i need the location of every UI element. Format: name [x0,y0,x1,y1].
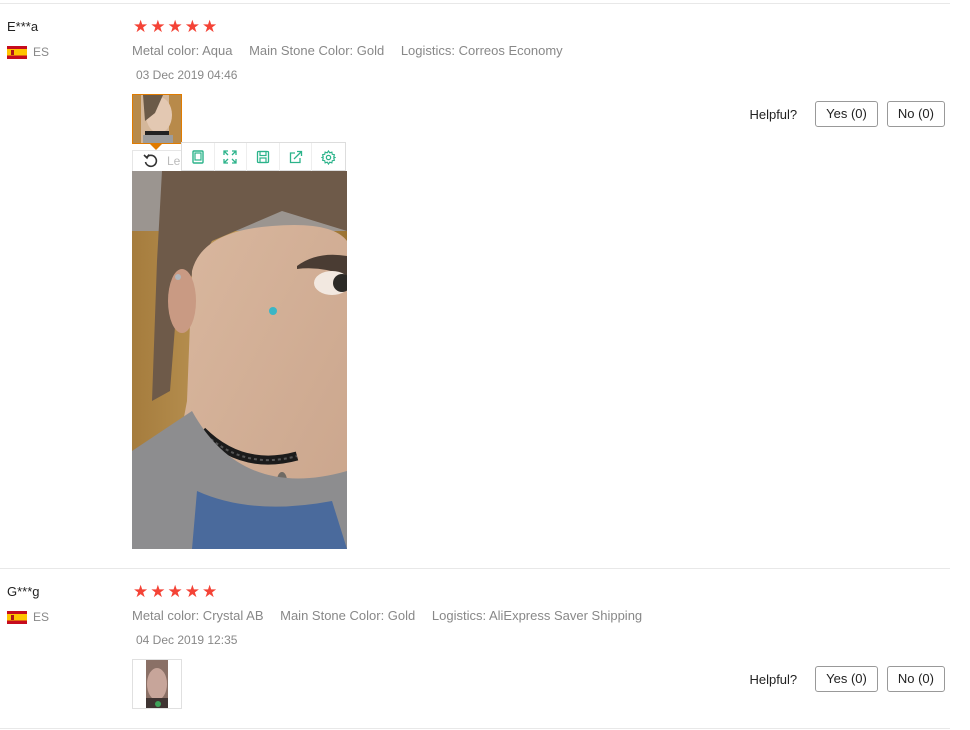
review-date: 03 Dec 2019 04:46 [136,68,238,82]
attribute-metal-color: Metal color: Aqua [132,43,233,58]
star-icon: ★ [150,582,166,601]
review-date: 04 Dec 2019 12:35 [136,633,238,647]
star-icon: ★ [150,17,166,36]
rotate-control[interactable]: Le [132,150,182,171]
review-item: G***g ES ★ ★ ★ ★ ★ Metal color: Crystal … [0,568,970,730]
country-code: ES [33,45,50,59]
rotate-label: Le [167,154,181,168]
attribute-logistics: Logistics: Correos Economy [400,43,563,58]
star-icon: ★ [133,582,149,601]
save-icon[interactable] [247,143,280,171]
attribute-metal-color: Metal color: Crystal AB [132,608,264,623]
star-icon: ★ [184,17,200,36]
order-attributes: Metal color: Aqua Main Stone Color: Gold… [132,43,576,58]
thumbnail-image [133,660,181,708]
review-photo-large[interactable] [132,171,347,549]
order-attributes: Metal color: Crystal AB Main Stone Color… [132,608,655,623]
helpful-label: Helpful? [749,106,798,122]
single-page-icon[interactable] [182,143,215,171]
review-divider [0,728,950,729]
star-icon: ★ [202,582,218,601]
star-icon: ★ [167,17,183,36]
rotate-left-icon[interactable] [142,152,160,170]
star-rating: ★ ★ ★ ★ ★ [133,18,217,35]
star-icon: ★ [184,582,200,601]
no-vote-button[interactable]: No (0) [886,101,945,127]
attribute-stone-color: Main Stone Color: Gold [280,608,416,623]
reviewer-country: ES [7,45,49,59]
helpful-label: Helpful? [749,671,798,687]
reviewer-country: ES [7,610,49,624]
yes-vote-button[interactable]: Yes (0) [815,666,878,692]
star-rating: ★ ★ ★ ★ ★ [133,583,217,600]
image-viewer-toolbar [181,142,346,171]
helpful-vote: Helpful? Yes (0) No (0) [749,101,945,127]
country-code: ES [33,610,50,624]
helpful-vote: Helpful? Yes (0) No (0) [749,666,945,692]
thumbnail-image [133,95,181,143]
star-icon: ★ [167,582,183,601]
review-photo-thumbnail[interactable] [132,659,182,709]
yes-vote-button[interactable]: Yes (0) [815,101,878,127]
settings-icon[interactable] [312,143,345,171]
review-photo-thumbnail[interactable] [132,94,182,144]
reviewer-name: G***g [7,584,40,599]
star-icon: ★ [133,17,149,36]
spain-flag-icon [7,610,27,624]
star-icon: ★ [202,17,218,36]
attribute-stone-color: Main Stone Color: Gold [249,43,385,58]
share-icon[interactable] [280,143,313,171]
no-vote-button[interactable]: No (0) [886,666,945,692]
reviewer-name: E***a [7,19,39,34]
attribute-logistics: Logistics: AliExpress Saver Shipping [431,608,643,623]
review-item: E***a ES ★ ★ ★ ★ ★ Metal color: Aqua Mai… [0,0,970,568]
review-photo-image [132,171,347,549]
spain-flag-icon [7,45,27,59]
fullscreen-icon[interactable] [215,143,248,171]
